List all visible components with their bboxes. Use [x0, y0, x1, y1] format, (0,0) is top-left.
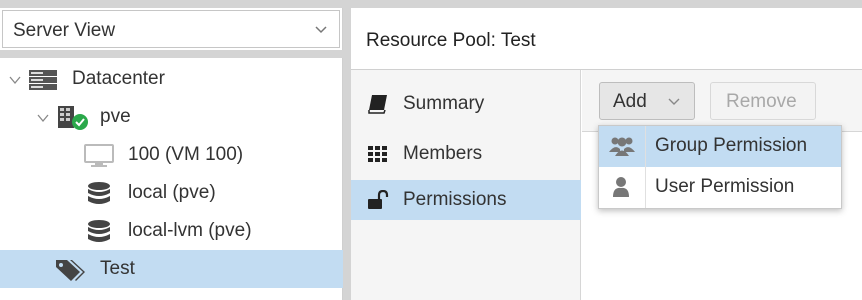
add-button[interactable]: Add [599, 82, 695, 120]
tree-node-label: Test [100, 258, 135, 279]
monitor-icon [84, 144, 114, 167]
node-online-icon [58, 106, 88, 130]
menu-item-group-permission[interactable]: Group Permission [599, 126, 841, 167]
remove-button-label: Remove [726, 91, 797, 112]
tree-node-label: pve [100, 106, 131, 127]
chevron-down-icon [668, 98, 680, 105]
database-icon [88, 220, 110, 242]
tree-node-label: 100 (VM 100) [128, 144, 244, 165]
tree-node-label: local (pve) [128, 182, 216, 203]
grid-icon [368, 146, 387, 162]
server-stack-icon [29, 70, 57, 90]
menu-item-user-permission[interactable]: User Permission [599, 167, 841, 208]
view-selector[interactable]: Server View [2, 10, 340, 48]
tree-node-label: Datacenter [72, 68, 165, 89]
tree-node-local[interactable]: local (pve) [0, 174, 343, 212]
add-dropdown-menu: Group Permission User Permission [598, 125, 842, 209]
remove-button[interactable]: Remove [710, 82, 816, 120]
panel-gap [0, 50, 343, 58]
pool-nav: Summary Members Permissions [351, 70, 581, 300]
menu-item-label: User Permission [655, 176, 795, 197]
resource-tree-panel: Server View Datacenter pve 100 (VM 100) … [0, 0, 343, 300]
menu-item-label: Group Permission [655, 135, 808, 156]
nav-item-permissions[interactable]: Permissions [351, 180, 581, 220]
permissions-toolbar: Add Remove [582, 70, 862, 132]
nav-item-label: Permissions [403, 189, 507, 210]
user-icon [613, 177, 629, 197]
add-button-label: Add [613, 91, 647, 112]
nav-item-label: Summary [403, 93, 485, 114]
tree-node-local-lvm[interactable]: local-lvm (pve) [0, 212, 343, 250]
tree-node-pve[interactable]: pve [0, 98, 343, 136]
menu-icon-separator [645, 126, 646, 208]
nav-item-summary[interactable]: Summary [351, 84, 581, 124]
page-header: Resource Pool: Test [351, 8, 862, 70]
panel-border-top [0, 0, 343, 8]
tree-node-datacenter[interactable]: Datacenter [0, 60, 343, 98]
page-title: Resource Pool: Test [366, 30, 536, 51]
nav-item-label: Members [403, 143, 483, 164]
tree-node-vm-100[interactable]: 100 (VM 100) [0, 136, 343, 174]
book-icon [368, 95, 387, 114]
nav-item-members[interactable]: Members [351, 134, 581, 174]
tree-node-label: local-lvm (pve) [128, 220, 252, 241]
tree-node-test[interactable]: Test [0, 250, 343, 288]
tags-icon [56, 260, 85, 281]
unlock-icon [368, 190, 389, 209]
view-selector-label: Server View [13, 20, 116, 41]
chevron-down-icon [315, 26, 327, 34]
database-icon [88, 182, 110, 204]
users-icon [609, 137, 635, 156]
